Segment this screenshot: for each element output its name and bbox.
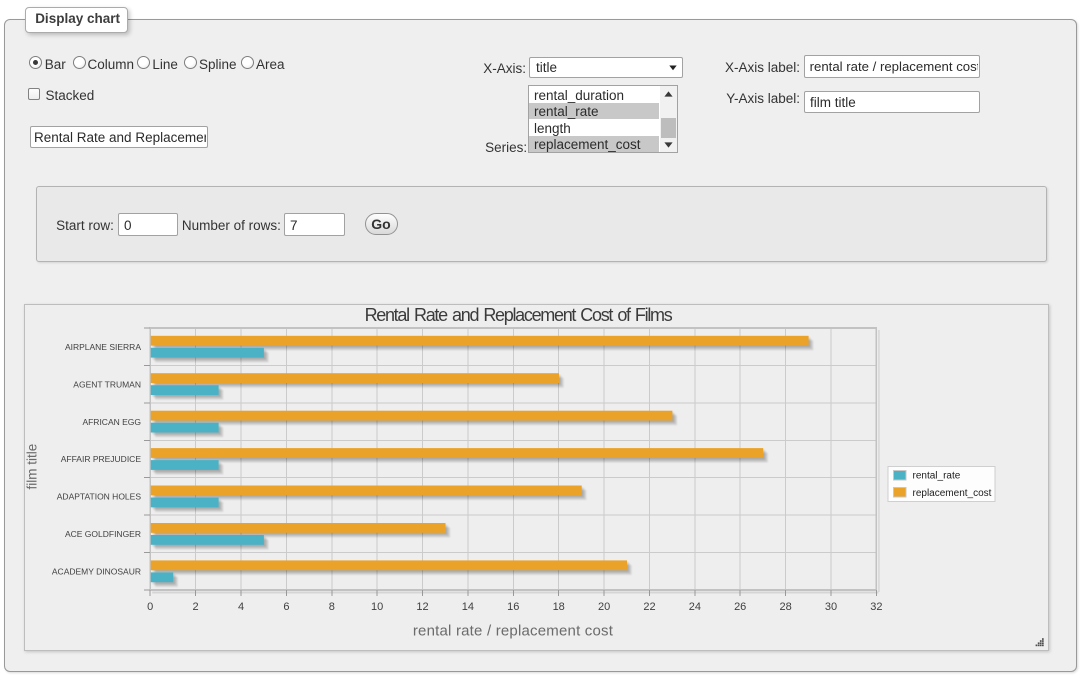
svg-text:16: 16 [507,601,519,613]
svg-text:18: 18 [553,601,565,613]
svg-text:26: 26 [734,601,746,613]
svg-text:ACADEMY DINOSAUR: ACADEMY DINOSAUR [52,567,141,577]
svg-text:6: 6 [283,601,289,613]
svg-text:AGENT TRUMAN: AGENT TRUMAN [73,379,141,389]
svg-text:20: 20 [598,601,610,613]
svg-text:2: 2 [193,601,199,613]
svg-text:rental_rate: rental_rate [913,471,961,482]
svg-text:24: 24 [689,601,701,613]
svg-text:10: 10 [371,601,383,613]
svg-text:12: 12 [416,601,428,613]
svg-text:film title: film title [25,444,40,490]
svg-text:28: 28 [779,601,791,613]
svg-text:AIRPLANE SIERRA: AIRPLANE SIERRA [65,342,141,352]
svg-text:Rental Rate and Replacement Co: Rental Rate and Replacement Cost of Film… [365,305,673,325]
svg-text:30: 30 [825,601,837,613]
svg-text:rental rate / replacement cost: rental rate / replacement cost [413,623,614,640]
svg-text:0: 0 [147,601,153,613]
svg-text:8: 8 [329,601,335,613]
svg-text:ADAPTATION HOLES: ADAPTATION HOLES [57,492,142,502]
svg-text:AFFAIR PREJUDICE: AFFAIR PREJUDICE [61,454,142,464]
svg-text:22: 22 [643,601,655,613]
svg-text:32: 32 [870,601,882,613]
svg-text:14: 14 [462,601,474,613]
svg-text:ACE GOLDFINGER: ACE GOLDFINGER [65,529,141,539]
svg-text:replacement_cost: replacement_cost [913,488,992,499]
svg-text:AFRICAN EGG: AFRICAN EGG [82,417,141,427]
svg-text:4: 4 [238,601,244,613]
